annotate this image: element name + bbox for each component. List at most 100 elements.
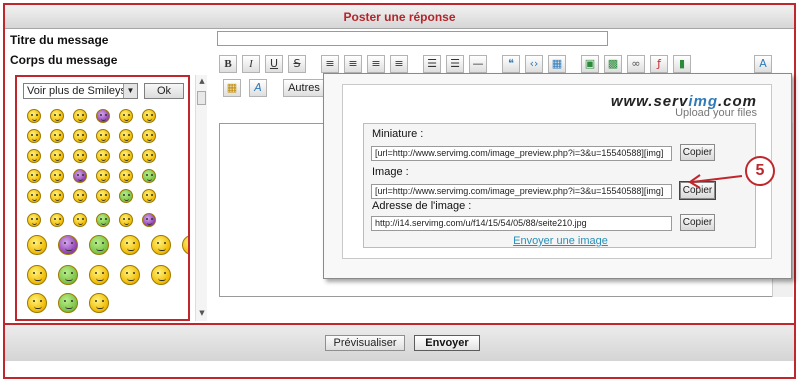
color-picker-icon[interactable]: ▦ [223, 79, 241, 97]
copy-address-button[interactable]: Copier [680, 214, 715, 231]
smiley-icon[interactable] [50, 109, 64, 123]
smiley-icon[interactable] [151, 265, 171, 285]
smiley-ok-button[interactable]: Ok [144, 83, 184, 99]
image-label: Image : [372, 166, 409, 178]
smiley-icon[interactable] [27, 265, 47, 285]
smiley-icon[interactable] [50, 129, 64, 143]
smiley-icon[interactable] [27, 213, 41, 227]
smiley-icon[interactable] [58, 265, 78, 285]
smiley-icon[interactable] [142, 169, 156, 183]
smiley-icon[interactable] [50, 149, 64, 163]
chevron-down-icon[interactable]: ▼ [123, 84, 137, 98]
smiley-icon[interactable] [89, 265, 109, 285]
smiley-icon[interactable] [142, 213, 156, 227]
link-icon[interactable]: ∞ [627, 55, 645, 73]
smiley-icon[interactable] [119, 213, 133, 227]
align-center-icon[interactable]: ≡ [344, 55, 362, 73]
title-input[interactable] [217, 31, 608, 46]
more-button[interactable]: Autres [283, 79, 325, 97]
smiley-icon[interactable] [142, 149, 156, 163]
video-icon[interactable]: ▮ [673, 55, 691, 73]
smiley-icon[interactable] [96, 189, 110, 203]
italic-button[interactable]: I [242, 55, 260, 73]
scroll-down-icon[interactable]: ▼ [197, 309, 207, 319]
smiley-icon[interactable] [27, 109, 41, 123]
horizontal-rule-icon[interactable]: — [469, 55, 487, 73]
smiley-icon[interactable] [96, 213, 110, 227]
smiley-icon[interactable] [73, 109, 87, 123]
form-title: Poster une réponse [343, 10, 456, 24]
smiley-icon[interactable] [119, 149, 133, 163]
scroll-thumb[interactable] [197, 91, 206, 105]
align-justify-icon[interactable]: ≡ [390, 55, 408, 73]
smiley-icon[interactable] [73, 189, 87, 203]
smiley-icon[interactable] [119, 129, 133, 143]
smiley-icon[interactable] [73, 149, 87, 163]
servimg-logo: www.servimg.com Upload your files [611, 93, 757, 119]
insert-image-icon[interactable]: ▩ [604, 55, 622, 73]
smiley-icon[interactable] [120, 265, 140, 285]
annotation-number: 5 [745, 156, 775, 186]
align-right-icon[interactable]: ≡ [367, 55, 385, 73]
smiley-icon[interactable] [73, 129, 87, 143]
smiley-icon[interactable] [27, 293, 47, 313]
numbered-list-icon[interactable]: ☰ [446, 55, 464, 73]
flash-icon[interactable]: ƒ [650, 55, 668, 73]
code-icon[interactable]: ‹› [525, 55, 543, 73]
bullet-list-icon[interactable]: ☰ [423, 55, 441, 73]
smiley-icon[interactable] [142, 189, 156, 203]
smiley-icon[interactable] [142, 129, 156, 143]
send-button[interactable]: Envoyer [414, 335, 480, 351]
smiley-icon[interactable] [27, 129, 41, 143]
underline-button[interactable]: U [265, 55, 283, 73]
image-field[interactable]: [url=http://www.servimg.com/image_previe… [371, 184, 672, 199]
preview-button[interactable]: Prévisualiser [325, 335, 405, 351]
smiley-icon[interactable] [120, 235, 140, 255]
address-label: Adresse de l'image : [372, 200, 472, 212]
smiley-icon[interactable] [96, 149, 110, 163]
smiley-icon[interactable] [182, 235, 188, 255]
align-left-icon[interactable]: ≡ [321, 55, 339, 73]
smiley-icon[interactable] [96, 129, 110, 143]
miniature-field[interactable]: [url=http://www.servimg.com/image_previe… [371, 146, 672, 161]
smiley-scrollbar[interactable]: ▲ ▼ [195, 75, 207, 321]
smiley-icon[interactable] [58, 293, 78, 313]
host-image-icon[interactable]: ▣ [581, 55, 599, 73]
smiley-icon[interactable] [119, 169, 133, 183]
miniature-label: Miniature : [372, 128, 424, 140]
smiley-icon[interactable] [73, 213, 87, 227]
smiley-icon[interactable] [151, 235, 171, 255]
table-icon[interactable]: ▦ [548, 55, 566, 73]
scroll-up-icon[interactable]: ▲ [197, 77, 207, 87]
title-label: Titre du message [10, 33, 109, 47]
smiley-select[interactable]: Voir plus de Smileys ▼ [23, 83, 138, 99]
smiley-icon[interactable] [27, 169, 41, 183]
smiley-icon[interactable] [50, 213, 64, 227]
copy-miniature-button[interactable]: Copier [680, 144, 715, 161]
body-label: Corps du message [10, 53, 118, 67]
smiley-icon[interactable] [50, 169, 64, 183]
smiley-select-value: Voir plus de Smileys [27, 85, 127, 97]
smiley-icon[interactable] [119, 189, 133, 203]
form-header: Poster une réponse [5, 5, 794, 29]
smiley-icon[interactable] [27, 189, 41, 203]
smiley-icon[interactable] [89, 235, 109, 255]
smiley-icon[interactable] [27, 149, 41, 163]
strike-button[interactable]: S [288, 55, 306, 73]
smiley-icon[interactable] [96, 169, 110, 183]
send-image-link[interactable]: Envoyer une image [364, 235, 757, 247]
smiley-icon[interactable] [119, 109, 133, 123]
bold-button[interactable]: B [219, 55, 237, 73]
smiley-icon[interactable] [58, 235, 78, 255]
address-field[interactable]: http://i14.servimg.com/u/f14/15/54/05/88… [371, 216, 672, 231]
quote-icon[interactable]: ❝ [502, 55, 520, 73]
smiley-icon[interactable] [27, 235, 47, 255]
annotation-arrow-icon [688, 174, 743, 189]
smiley-icon[interactable] [142, 109, 156, 123]
smiley-icon[interactable] [50, 189, 64, 203]
smiley-icon[interactable] [89, 293, 109, 313]
font-icon[interactable]: A [754, 55, 772, 73]
font-size-icon[interactable]: A [249, 79, 267, 97]
smiley-icon[interactable] [73, 169, 87, 183]
smiley-icon[interactable] [96, 109, 110, 123]
